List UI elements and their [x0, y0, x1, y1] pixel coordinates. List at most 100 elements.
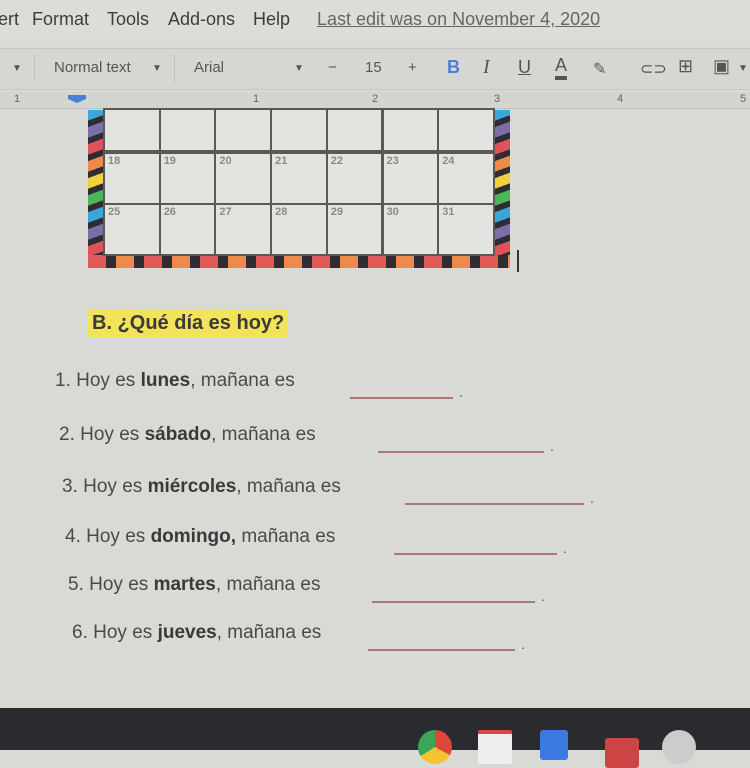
calendar-day-cell: 18: [103, 152, 161, 205]
calendar-border-right: [495, 110, 510, 268]
calendar-day-cell: [437, 108, 495, 152]
ruler-label: 2: [372, 93, 379, 105]
question-suffix: mañana es: [236, 526, 336, 547]
period: .: [550, 438, 554, 454]
calendar-day-cell: 19: [158, 152, 217, 205]
taskbar: [0, 708, 750, 768]
period: .: [590, 490, 594, 506]
answer-blank[interactable]: [368, 649, 515, 651]
ruler-label: 5: [740, 93, 747, 105]
calendar-border-left: [88, 110, 103, 268]
font-size-input[interactable]: 15: [365, 59, 382, 76]
question-prefix: Hoy es: [89, 574, 149, 595]
question-prefix: Hoy es: [83, 476, 143, 497]
chevron-down-icon[interactable]: ▼: [294, 63, 304, 74]
app-icon[interactable]: [662, 730, 696, 764]
menu-insert[interactable]: ert: [0, 9, 19, 30]
calendar-border-bottom: [88, 255, 510, 268]
ruler-label: 1: [253, 93, 260, 105]
insert-image-icon[interactable]: ▣: [713, 56, 730, 77]
indent-marker[interactable]: [68, 95, 86, 103]
answer-blank[interactable]: [394, 553, 557, 555]
menu-help[interactable]: Help: [253, 9, 290, 30]
ruler-label: 4: [617, 93, 624, 105]
question-suffix: , mañana es: [216, 622, 322, 643]
menu-bar: ert Format Tools Add-ons Help Last edit …: [0, 0, 750, 42]
calendar-day-cell: [214, 108, 273, 152]
period: .: [563, 540, 567, 556]
chevron-down-icon[interactable]: ▼: [12, 63, 22, 74]
underline-button[interactable]: U: [518, 57, 531, 78]
question-number: 2.: [59, 424, 75, 445]
menu-tools[interactable]: Tools: [107, 9, 149, 30]
question-suffix: , mañana es: [190, 370, 295, 391]
divider: [174, 55, 175, 83]
calendar-day-cell: 28: [270, 203, 328, 256]
answer-blank[interactable]: [378, 451, 544, 453]
answer-blank[interactable]: [405, 503, 584, 505]
calendar-day-cell: 23: [381, 152, 440, 205]
day-word: lunes: [140, 370, 191, 391]
calendar-day-cell: 22: [325, 152, 384, 205]
calendar-day-cell: 20: [214, 152, 273, 205]
calendar-day-cell: 31: [437, 203, 495, 256]
calendar-day-cell: 21: [270, 152, 328, 205]
ruler-label: 3: [494, 93, 501, 105]
day-word: martes: [153, 574, 216, 595]
docs-icon[interactable]: [540, 730, 568, 760]
app-icon[interactable]: [605, 738, 639, 768]
italic-button[interactable]: I: [483, 56, 490, 79]
calendar-day-cell: [325, 108, 384, 152]
toolbar: ▼ Normal text ▼ Arial ▼ − 15 + B I U A ✎…: [0, 48, 750, 90]
question-item: 4. Hoy es domingo, mañana es: [65, 526, 335, 548]
chevron-down-icon[interactable]: ▼: [152, 63, 162, 74]
answer-blank[interactable]: [372, 601, 535, 603]
question-item: 2. Hoy es sábado, mañana es: [59, 424, 316, 446]
text-cursor: [517, 250, 519, 272]
calendar-day-cell: 27: [214, 203, 273, 256]
text-color-button[interactable]: A: [555, 55, 568, 80]
calendar-day-cell: 24: [437, 152, 495, 205]
calendar-day-cell: 29: [325, 203, 384, 256]
day-word: sábado: [144, 424, 212, 445]
decrease-font-button[interactable]: −: [328, 59, 337, 76]
chevron-down-icon[interactable]: ▼: [738, 63, 748, 74]
bold-button[interactable]: B: [447, 57, 460, 78]
question-suffix: , mañana es: [211, 424, 316, 445]
add-comment-icon[interactable]: ⊞: [678, 56, 693, 77]
font-select[interactable]: Arial: [194, 59, 224, 76]
ruler[interactable]: 1 1 2 3 4 5: [0, 92, 750, 109]
calendar-day-cell: [103, 108, 161, 152]
answer-blank[interactable]: [350, 397, 453, 399]
gmail-icon[interactable]: [478, 730, 512, 764]
period: .: [541, 588, 545, 604]
calendar-grid: 18 19 20 21 22 23 24 25 26 27 28 29 30 31: [103, 108, 495, 256]
section-heading: B. ¿Qué día es hoy?: [88, 310, 289, 337]
calendar-day-cell: [270, 108, 328, 152]
menu-format[interactable]: Format: [32, 9, 89, 30]
last-edit-link[interactable]: Last edit was on November 4, 2020: [317, 9, 600, 30]
question-prefix: Hoy es: [86, 526, 146, 547]
calendar-day-cell: 30: [381, 203, 440, 256]
divider: [34, 55, 35, 83]
question-item: 6. Hoy es jueves, mañana es: [72, 622, 321, 644]
question-suffix: , mañana es: [215, 574, 321, 595]
period: .: [459, 384, 463, 400]
question-prefix: Hoy es: [76, 370, 136, 391]
question-number: 3.: [62, 476, 78, 497]
style-select[interactable]: Normal text: [54, 59, 131, 76]
question-number: 6.: [72, 622, 88, 643]
question-prefix: Hoy es: [80, 424, 140, 445]
question-number: 4.: [65, 526, 81, 547]
day-word: domingo,: [150, 526, 237, 547]
menu-addons[interactable]: Add-ons: [168, 9, 235, 30]
highlight-pen-icon[interactable]: ✎: [593, 59, 606, 79]
question-suffix: , mañana es: [236, 476, 341, 497]
calendar-image: 18 19 20 21 22 23 24 25 26 27 28 29 30 31: [88, 108, 510, 268]
question-prefix: Hoy es: [93, 622, 153, 643]
increase-font-button[interactable]: +: [408, 59, 417, 76]
calendar-day-cell: [158, 108, 217, 152]
day-word: miércoles: [147, 476, 237, 497]
link-icon[interactable]: ⊂⊃: [640, 59, 667, 79]
chrome-icon[interactable]: [418, 730, 452, 764]
